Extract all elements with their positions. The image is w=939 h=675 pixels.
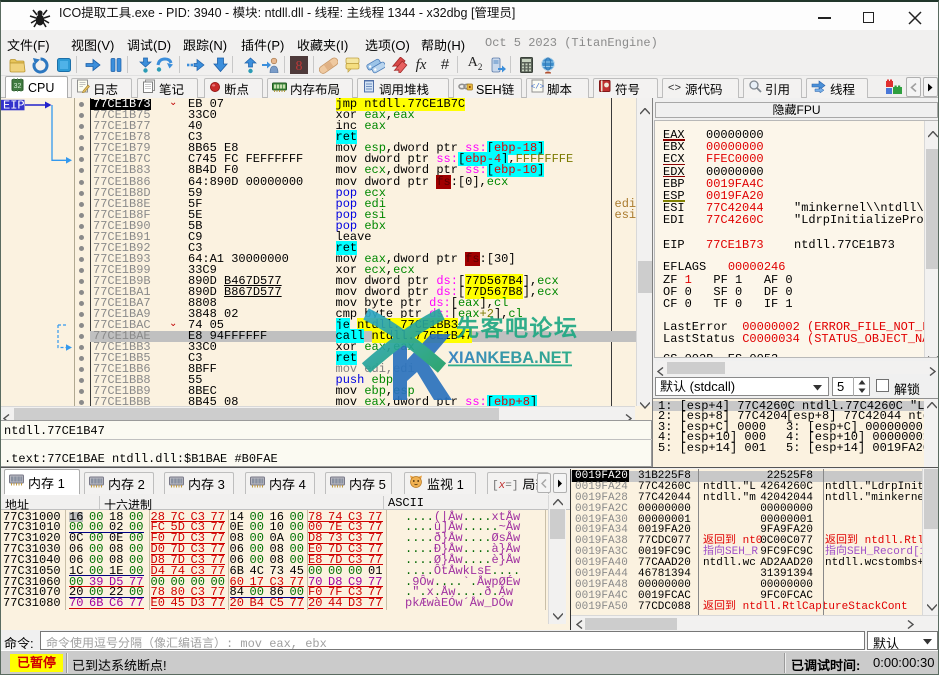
svg-text:<>: <> [668,83,681,93]
svg-text:8: 8 [296,59,303,74]
svg-text:EIP: EIP [3,98,25,112]
svg-text:32: 32 [14,83,22,90]
svg-text:</>: </> [531,84,544,92]
